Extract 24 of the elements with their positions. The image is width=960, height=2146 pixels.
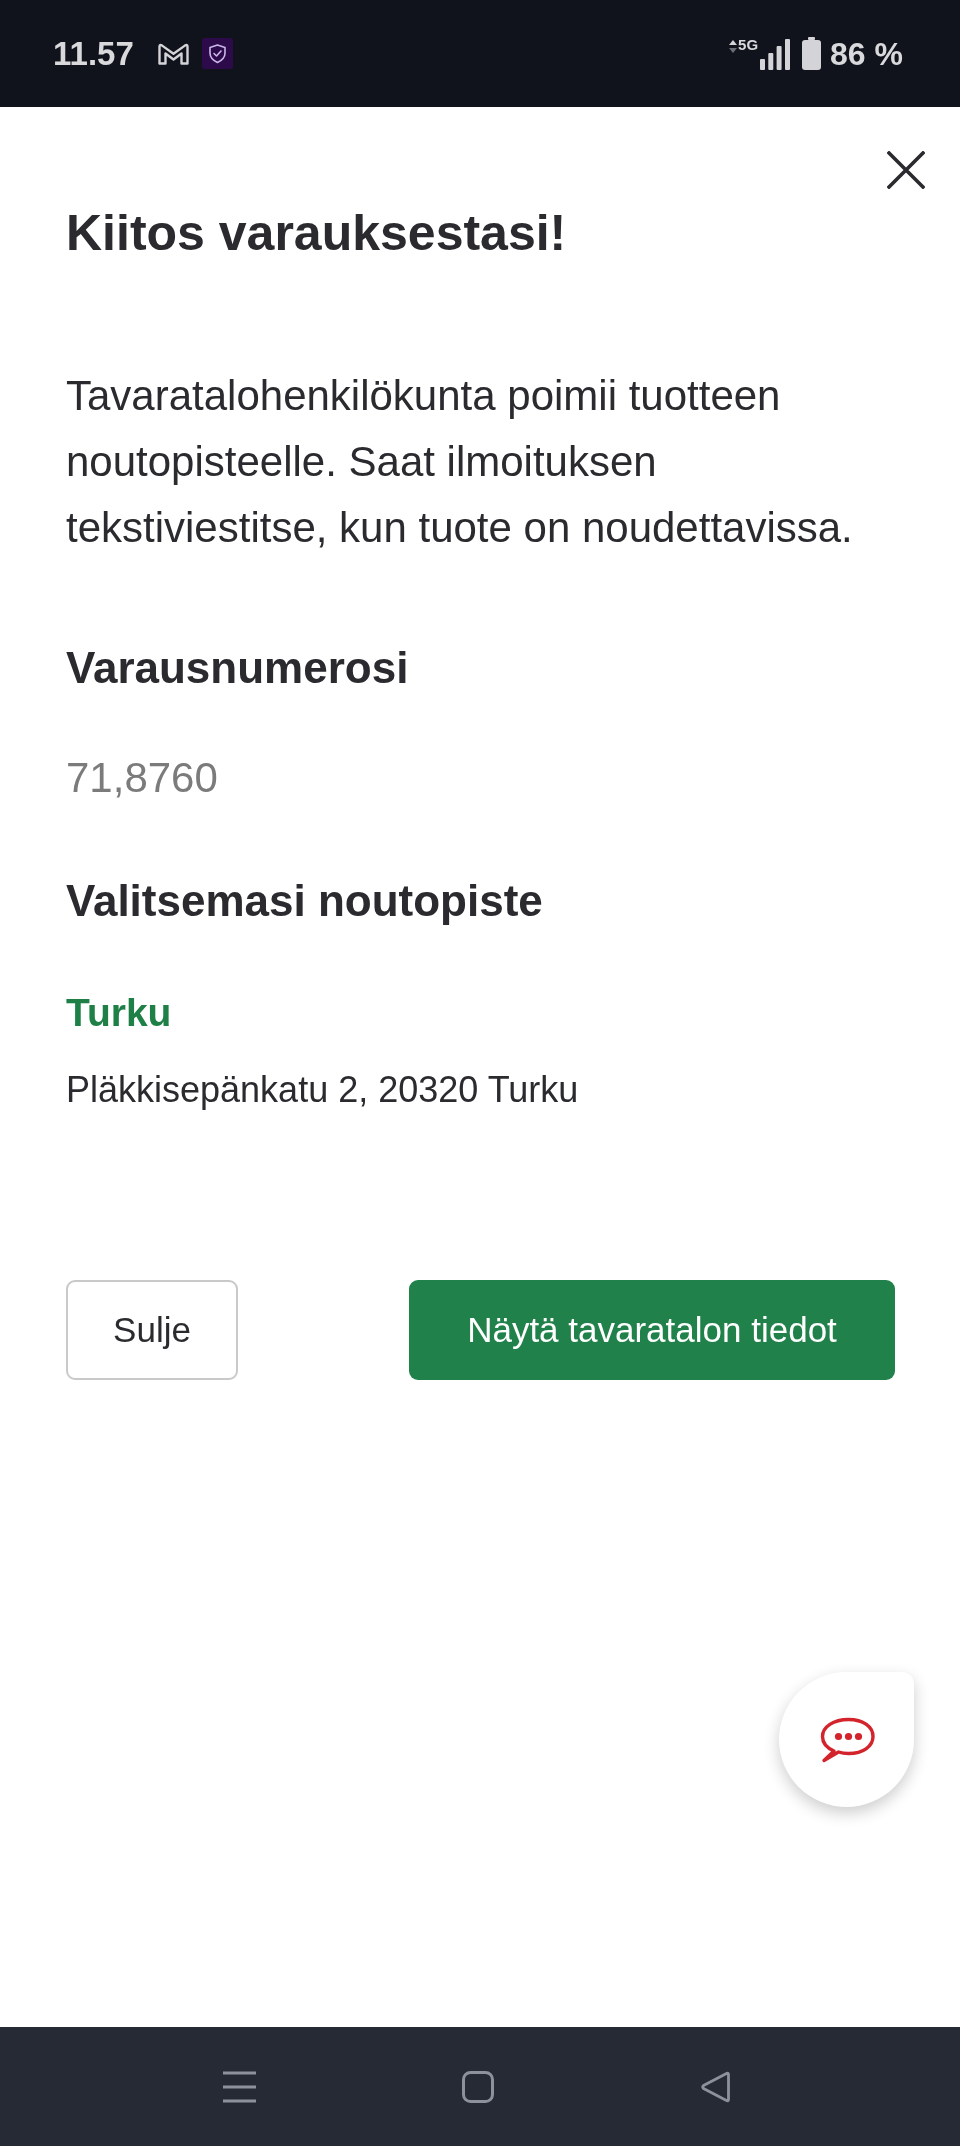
- store-details-button[interactable]: Näytä tavaratalon tiedot: [409, 1280, 895, 1380]
- dismiss-button[interactable]: Sulje: [66, 1280, 238, 1380]
- battery-icon: [802, 37, 822, 70]
- signal-icon: [760, 39, 791, 70]
- close-button[interactable]: [884, 148, 928, 192]
- chat-bubble-icon: [818, 1716, 875, 1763]
- section-heading: Varausnumerosi: [66, 642, 410, 694]
- reservation-number: 71,8760: [66, 753, 219, 803]
- store-name: Turku: [66, 990, 173, 1036]
- home-icon[interactable]: [462, 2070, 494, 2103]
- recent-apps-icon[interactable]: [223, 2070, 256, 2103]
- chat-button[interactable]: [779, 1672, 914, 1807]
- close-icon: [887, 151, 925, 189]
- status-time: 11.57: [53, 33, 134, 74]
- up-down-arrows-icon: [729, 40, 738, 53]
- battery-percent: 86 %: [830, 34, 903, 74]
- store-address: Pläkkisepänkatu 2, 20320 Turku: [66, 1068, 580, 1112]
- network-type-label: 5G: [738, 37, 759, 53]
- shield-icon: [201, 38, 233, 69]
- section-heading: Valitsemasi noutopiste: [66, 875, 544, 927]
- back-icon[interactable]: [700, 2070, 731, 2103]
- dialog-title: Kiitos varauksestasi!: [66, 204, 568, 263]
- message-text: Tavaratalohenkilökunta poimii tuotteen noutopisteelle. Saat ilmoituksen tekstiviestitse, kun tuote on noudettavissa.: [66, 371, 854, 553]
- mail-icon: [157, 42, 189, 65]
